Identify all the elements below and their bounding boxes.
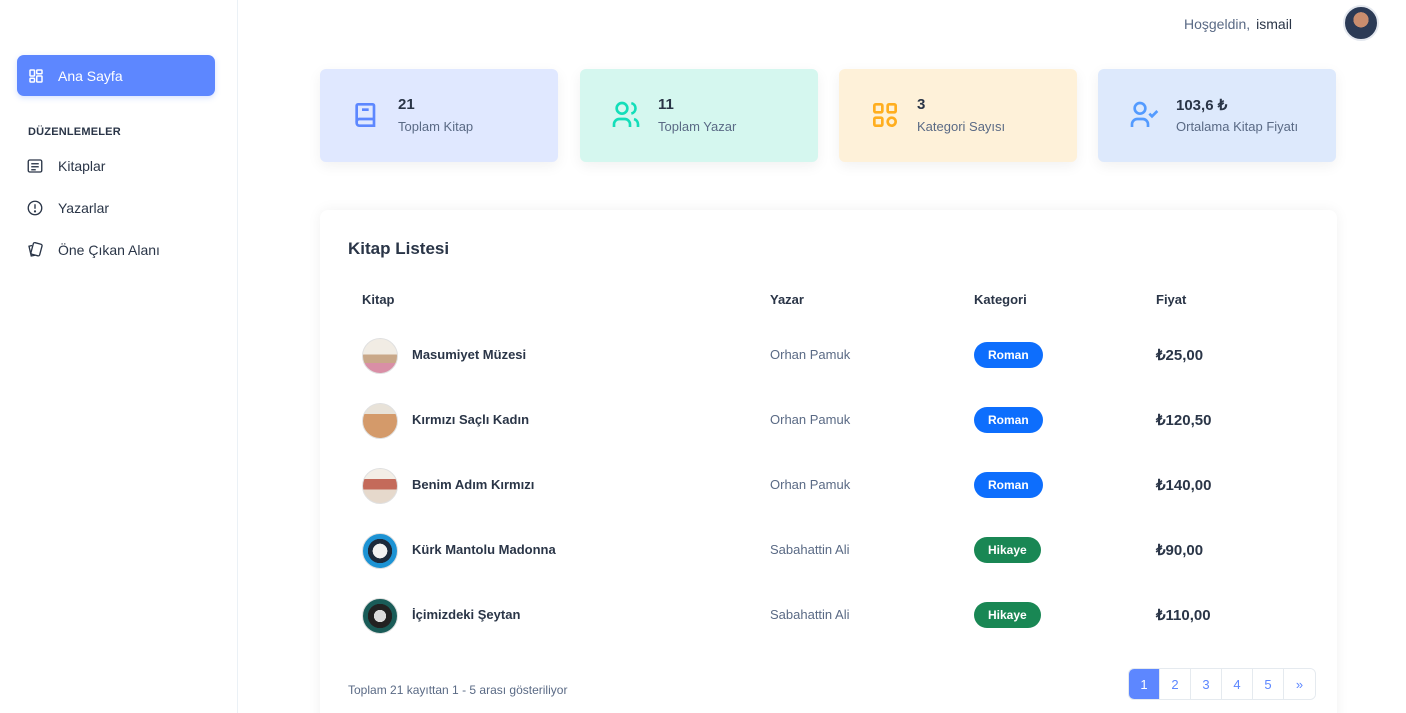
users-icon [612, 101, 640, 127]
stat-value: 3 [917, 96, 926, 113]
book-price: ₺25,00 [1156, 347, 1204, 364]
book-author: Orhan Pamuk [770, 412, 851, 427]
stat-card-avg-price: 103,6 ₺ Ortalama Kitap Fiyatı [1098, 69, 1336, 162]
book-cover-thumbnail [362, 468, 398, 504]
page-button-1[interactable]: 1 [1129, 669, 1160, 699]
book-icon [355, 103, 376, 127]
book-author: Orhan Pamuk [770, 347, 851, 362]
book-price: ₺110,00 [1156, 607, 1211, 624]
table-row: Kırmızı Saçlı Kadın Orhan Pamuk Roman ₺1… [320, 395, 1337, 445]
user-check-icon [1130, 101, 1159, 127]
column-header-book: Kitap [362, 292, 395, 307]
book-author: Sabahattin Ali [770, 607, 850, 622]
stat-value: 11 [658, 96, 674, 113]
book-title: Benim Adım Kırmızı [412, 477, 535, 492]
page-button-5[interactable]: 5 [1253, 669, 1284, 699]
book-title: Kırmızı Saçlı Kadın [412, 412, 530, 427]
stat-value: 103,6 ₺ [1176, 97, 1228, 114]
table-row: Masumiyet Müzesi Orhan Pamuk Roman ₺25,0… [320, 330, 1337, 380]
book-title: İçimizdeki Şeytan [412, 607, 521, 622]
category-badge: Hikaye [974, 602, 1041, 628]
page-button-3[interactable]: 3 [1191, 669, 1222, 699]
book-list-card: Kitap Listesi Kitap Yazar Kategori Fiyat… [320, 210, 1337, 713]
next-page-button[interactable]: » [1284, 669, 1315, 699]
category-badge: Roman [974, 407, 1043, 433]
sidebar: Ana Sayfa DÜZENLEMELER Kitaplar Yazarlar… [0, 0, 238, 713]
table-row: İçimizdeki Şeytan Sabahattin Ali Hikaye … [320, 590, 1337, 640]
greeting: Hoşgeldin, ismail [1184, 16, 1292, 32]
sidebar-item-label: Yazarlar [58, 200, 110, 216]
cards-icon [28, 241, 43, 257]
category-badge: Roman [974, 472, 1043, 498]
avatar[interactable] [1343, 5, 1379, 41]
sidebar-section-title: DÜZENLEMELER [28, 126, 121, 138]
sidebar-item-label: Ana Sayfa [58, 67, 123, 84]
page-button-2[interactable]: 2 [1160, 669, 1191, 699]
book-cover-thumbnail [362, 533, 398, 569]
category-badge: Hikaye [974, 537, 1041, 563]
book-title: Kürk Mantolu Madonna [412, 542, 556, 557]
pagination: 1 2 3 4 5 » [1128, 668, 1316, 700]
column-header-price: Fiyat [1156, 292, 1187, 307]
alert-circle-icon [27, 200, 43, 216]
book-author: Orhan Pamuk [770, 477, 851, 492]
stat-label: Kategori Sayısı [917, 119, 1006, 134]
stat-value: 21 [398, 96, 415, 113]
stat-label: Toplam Yazar [658, 119, 737, 134]
column-header-author: Yazar [770, 292, 804, 307]
sidebar-item-featured[interactable]: Öne Çıkan Alanı [26, 239, 160, 261]
category-badge: Roman [974, 342, 1043, 368]
sidebar-item-label: Öne Çıkan Alanı [58, 242, 160, 258]
book-author: Sabahattin Ali [770, 542, 850, 557]
stat-card-authors: 11 Toplam Yazar [580, 69, 818, 162]
username: ismail [1256, 16, 1292, 32]
book-cover-thumbnail [362, 338, 398, 374]
table-row: Benim Adım Kırmızı Orhan Pamuk Roman ₺14… [320, 460, 1337, 510]
book-price: ₺120,50 [1156, 412, 1212, 429]
book-cover-thumbnail [362, 403, 398, 439]
table-row: Kürk Mantolu Madonna Sabahattin Ali Hika… [320, 525, 1337, 575]
pagination-info: Toplam 21 kayıttan 1 - 5 arası gösterili… [348, 683, 568, 697]
book-price: ₺90,00 [1156, 542, 1204, 559]
stat-label: Toplam Kitap [398, 119, 474, 134]
sidebar-item-home[interactable]: Ana Sayfa [17, 55, 215, 96]
stat-label: Ortalama Kitap Fiyatı [1176, 119, 1299, 134]
sidebar-item-authors[interactable]: Yazarlar [26, 197, 109, 219]
stat-card-categories: 3 Kategori Sayısı [839, 69, 1077, 162]
greeting-text: Hoşgeldin, [1184, 16, 1251, 32]
book-cover-thumbnail [362, 598, 398, 634]
book-price: ₺140,00 [1156, 477, 1212, 494]
book-title: Masumiyet Müzesi [412, 347, 527, 362]
dashboard-icon [29, 68, 43, 83]
page-button-4[interactable]: 4 [1222, 669, 1253, 699]
category-icon [873, 103, 897, 127]
column-header-category: Kategori [974, 292, 1027, 307]
sidebar-item-label: Kitaplar [58, 158, 106, 174]
stat-card-books: 21 Toplam Kitap [320, 69, 558, 162]
card-title: Kitap Listesi [348, 239, 450, 258]
sidebar-item-books[interactable]: Kitaplar [26, 155, 105, 177]
list-icon [27, 159, 43, 173]
